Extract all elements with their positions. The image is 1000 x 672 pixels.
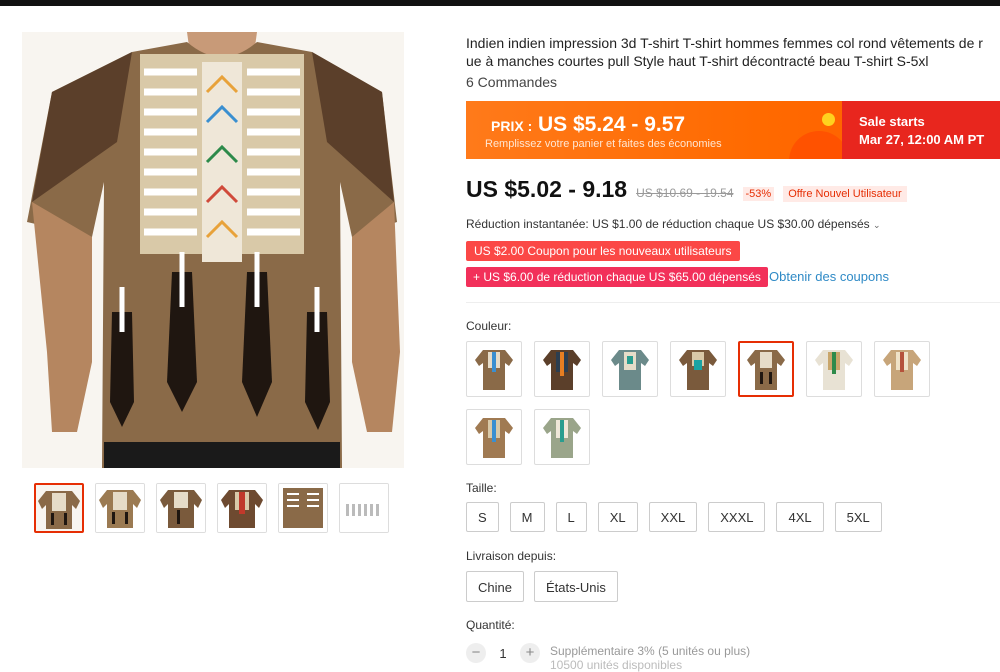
- size-label: Taille:: [466, 481, 497, 495]
- banner-subtitle: Remplissez votre panier et faites des éc…: [485, 138, 722, 150]
- color-option-6[interactable]: [806, 341, 862, 397]
- discount-badge: -53%: [742, 187, 775, 201]
- price-row: US $5.02 - 9.18 US $10.69 - 19.54 -53% O…: [466, 176, 907, 203]
- quantity-stepper: − 1 +: [466, 643, 540, 663]
- banner-price: US $5.24 - 9.57: [538, 113, 686, 136]
- instant-discount-text: Réduction instantanée: US $1.00 de réduc…: [466, 217, 870, 231]
- quantity-discount-note: Supplémentaire 3% (5 unités ou plus): [550, 644, 751, 658]
- quantity-value[interactable]: 1: [496, 646, 510, 661]
- chevron-down-icon[interactable]: ⌄: [873, 220, 881, 230]
- thumbnail-3[interactable]: [156, 483, 206, 533]
- color-option-5-selected[interactable]: [738, 341, 794, 397]
- banner-decoration-dot: [822, 113, 835, 126]
- color-option-1[interactable]: [466, 341, 522, 397]
- ship-from-china[interactable]: Chine: [466, 571, 524, 602]
- size-option-4xl[interactable]: 4XL: [776, 502, 824, 532]
- store-coupon[interactable]: + US $6.00 de réduction chaque US $65.00…: [466, 267, 768, 287]
- original-price: US $10.69 - 19.54: [636, 186, 734, 200]
- quantity-label: Quantité:: [466, 618, 515, 632]
- thumbnail-strip: [34, 483, 389, 533]
- current-price: US $5.02 - 9.18: [466, 176, 628, 202]
- price-banner: PRIX : US $5.24 - 9.57 Remplissez votre …: [466, 101, 1000, 159]
- ship-from-options: Chine États-Unis: [466, 571, 618, 602]
- divider: [466, 302, 1000, 303]
- size-option-xxl[interactable]: XXL: [648, 502, 698, 532]
- get-coupons-link[interactable]: Obtenir des coupons: [769, 269, 889, 284]
- main-product-image[interactable]: [22, 32, 404, 468]
- color-option-8[interactable]: [466, 409, 522, 465]
- size-option-l[interactable]: L: [555, 502, 587, 532]
- instant-discount[interactable]: Réduction instantanée: US $1.00 de réduc…: [466, 217, 881, 231]
- sale-date: Mar 27, 12:00 AM PT: [859, 132, 985, 147]
- thumbnail-4[interactable]: [217, 483, 267, 533]
- size-options: S M L XL XXL XXXL 4XL 5XL: [466, 502, 882, 532]
- color-option-2[interactable]: [534, 341, 590, 397]
- banner-decoration: [789, 131, 849, 159]
- quantity-increase-button[interactable]: +: [520, 643, 540, 663]
- color-option-4[interactable]: [670, 341, 726, 397]
- quantity-decrease-button[interactable]: −: [466, 643, 486, 663]
- thumbnail-2[interactable]: [95, 483, 145, 533]
- thumbnail-6[interactable]: [339, 483, 389, 533]
- banner-price-label: PRIX :: [491, 118, 533, 134]
- sale-starts-box: Sale starts Mar 27, 12:00 AM PT: [842, 101, 1000, 159]
- sale-title: Sale starts: [859, 114, 925, 129]
- size-option-m[interactable]: M: [509, 502, 545, 532]
- thumbnail-1[interactable]: [34, 483, 84, 533]
- ship-from-label: Livraison depuis:: [466, 549, 557, 563]
- color-option-3[interactable]: [602, 341, 658, 397]
- quantity-available-note: 10500 unités disponibles: [550, 658, 683, 672]
- new-user-offer-badge: Offre Nouvel Utilisateur: [783, 186, 907, 202]
- color-label: Couleur:: [466, 319, 512, 333]
- ship-from-usa[interactable]: États-Unis: [533, 571, 618, 602]
- product-title: Indien indien impression 3d T-shirt T-sh…: [466, 35, 983, 69]
- new-user-coupon[interactable]: US $2.00 Coupon pour les nouveaux utilis…: [466, 241, 740, 261]
- size-option-s[interactable]: S: [466, 502, 499, 532]
- thumbnail-5[interactable]: [278, 483, 328, 533]
- size-option-5xl[interactable]: 5XL: [834, 502, 882, 532]
- color-option-7[interactable]: [874, 341, 930, 397]
- color-options: [466, 341, 946, 465]
- orders-count: 6 Commandes: [466, 74, 558, 90]
- color-option-9[interactable]: [534, 409, 590, 465]
- size-option-xl[interactable]: XL: [597, 502, 638, 532]
- size-option-xxxl[interactable]: XXXL: [708, 502, 766, 532]
- top-bar: [0, 0, 1000, 6]
